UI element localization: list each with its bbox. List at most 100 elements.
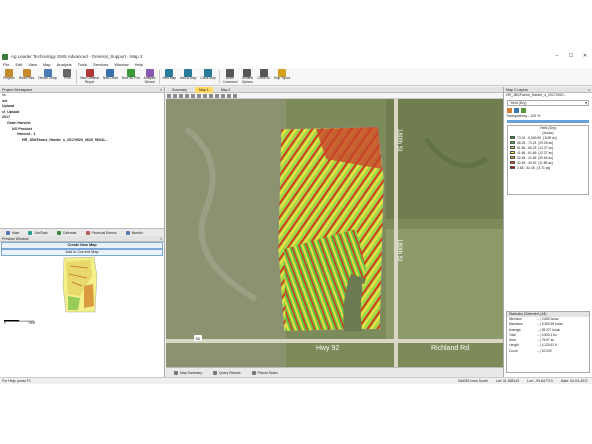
print-map-icon[interactable]: [221, 93, 225, 98]
project-tree: ns ool Upload ct_Upload 2017 Grain Harvest NO …: [0, 93, 164, 228]
menu-edit[interactable]: Edit: [15, 62, 22, 67]
map-tab-summary[interactable]: Summary: [168, 87, 191, 93]
plot3d-button[interactable]: New 3D Plot: [122, 68, 140, 81]
menu-map[interactable]: Map: [43, 62, 51, 67]
toolbar-separator: [158, 70, 160, 84]
measure-icon[interactable]: [197, 93, 201, 98]
toolbar-label: Close All: [257, 76, 270, 80]
road-label-vertical-2: 180th St: [396, 239, 402, 262]
chart-button[interactable]: New Chart: [103, 68, 118, 81]
layer-item[interactable]: HR_JBGFarms_Harder_s_20170920...: [504, 93, 592, 98]
legend-area: [12.37 ac]: [538, 150, 553, 155]
export-icon[interactable]: [227, 93, 231, 98]
scale-end-label: 750ft: [28, 321, 36, 325]
read-files-button[interactable]: Read Files: [19, 68, 34, 81]
close-preview-icon[interactable]: ×: [158, 236, 164, 241]
tab-job-task[interactable]: Job/Task: [28, 230, 48, 235]
bottom-tab-icon: [251, 370, 256, 375]
minimize-button[interactable]: –: [550, 52, 564, 61]
bottom-tab-query-results[interactable]: Query Results: [213, 370, 241, 375]
zoom-extents-icon[interactable]: [191, 93, 195, 98]
layer-tools: [507, 108, 589, 113]
legend-icon[interactable]: [233, 93, 237, 98]
tab-calendar[interactable]: Calendar: [56, 230, 77, 235]
new-map-button[interactable]: New Map: [163, 68, 176, 81]
status-item: Lat: 41.268143: [495, 379, 520, 383]
close-map-button[interactable]: Close Map: [200, 68, 216, 81]
map-tab-map-2[interactable]: Map 2: [217, 87, 235, 93]
print-button[interactable]: Print: [61, 68, 73, 81]
batch-button[interactable]: Batch Command: [223, 68, 237, 84]
create-new-map-button[interactable]: Create New Map: [1, 242, 163, 249]
tab-icon: [85, 230, 90, 235]
add-to-current-map-button[interactable]: Add to Current Map: [1, 249, 163, 256]
tree-node[interactable]: HR_JBGFarms_Harder_s_20170920_0620_56641…: [0, 138, 164, 144]
legend-range: 73.24 - 5,369.59: [517, 135, 542, 140]
toolbar-label: General Options: [241, 76, 254, 84]
bottom-tab-map-summary[interactable]: Map Summary: [174, 370, 203, 375]
preview-window: Preview Window × Create New Map Add to C…: [0, 236, 164, 377]
wizard-button[interactable]: Analysis Wizard: [144, 68, 156, 84]
preview-thumbnail: [62, 256, 98, 313]
legend-range: 66.25 - 73.24: [517, 140, 537, 145]
options-button[interactable]: General Options: [241, 68, 253, 84]
tab-monitor[interactable]: Monitor: [125, 230, 143, 235]
color-ramp-icon[interactable]: [507, 108, 512, 113]
pan-tool-icon[interactable]: [173, 93, 177, 98]
tab-financial-entries[interactable]: Financial Entries: [85, 230, 117, 235]
query-icon[interactable]: [203, 93, 207, 98]
bottom-tab-label: Picture Notes: [257, 370, 278, 375]
scale-start-label: 0: [4, 321, 6, 325]
legend-settings-icon[interactable]: [514, 108, 519, 113]
report-button[interactable]: New General Report: [80, 68, 99, 84]
legend-area: [11.89 ac]: [538, 160, 553, 165]
close-layers-icon[interactable]: ×: [586, 87, 592, 92]
menu-window[interactable]: Window: [114, 62, 128, 67]
zoom-out-icon[interactable]: [185, 93, 189, 98]
menu-file[interactable]: File: [3, 62, 9, 67]
app-logo-icon: [2, 53, 8, 60]
help-button[interactable]: Help Topics: [274, 68, 290, 81]
device-setup-button[interactable]: Device Setup: [38, 68, 57, 81]
menu-tools[interactable]: Tools: [78, 62, 87, 67]
yield-map[interactable]: 180th St 180th St Hwy 92 Richland Rd 92: [166, 99, 503, 367]
map-bottom-tabs: Map Summary Query Results Picture Notes: [166, 367, 503, 377]
tab-main[interactable]: Main: [6, 230, 19, 235]
route-shield-label: 92: [196, 336, 201, 341]
menu-view[interactable]: View: [28, 62, 37, 67]
bottom-tab-picture-notes[interactable]: Picture Notes: [251, 370, 278, 375]
layer-icon[interactable]: [209, 93, 213, 98]
add-map-button[interactable]: Add to Map: [180, 68, 196, 81]
menu-analysis[interactable]: Analysis: [57, 62, 72, 67]
close-button[interactable]: ✕: [578, 52, 592, 61]
menu-services[interactable]: Services: [93, 62, 108, 67]
zoom-in-icon[interactable]: [179, 93, 183, 98]
transparency-slider[interactable]: [507, 120, 589, 123]
attribute-dropdown[interactable]: Yield (Dry): [507, 100, 589, 106]
map-tab-map-1[interactable]: Map 1: [194, 86, 213, 93]
legend-swatch: [510, 165, 515, 170]
legend-area: [ 5.71 ac]: [536, 165, 551, 170]
legend-area: [29.05 ac]: [538, 140, 553, 145]
toolbar-label: Add to Map: [180, 76, 197, 80]
toolbar-label: New Chart: [102, 76, 118, 80]
legend-swatch: [510, 145, 515, 150]
status-item: Lon: -93.647713: [527, 379, 553, 383]
projects-button[interactable]: Projects: [3, 68, 15, 81]
toolbar-label: Analysis Wizard: [143, 76, 156, 84]
bottom-tab-label: Map Summary: [180, 370, 203, 375]
tab-label: Monitor: [131, 230, 143, 235]
select-tool-icon[interactable]: [167, 93, 171, 98]
stat-row: Count -- | 10,039: [507, 349, 589, 354]
refresh-icon[interactable]: [215, 93, 219, 98]
maximize-button[interactable]: ☐: [564, 52, 578, 61]
tab-icon: [125, 230, 130, 235]
toolbar-label: Projects: [3, 76, 15, 80]
label-icon[interactable]: [521, 108, 526, 113]
close-pane-icon[interactable]: ×: [158, 87, 164, 92]
menu-bar: File Edit View Map Analysis Tools Services Wind…: [0, 61, 592, 68]
menu-help[interactable]: Help: [135, 62, 143, 67]
close-all-button[interactable]: Close All: [257, 68, 270, 81]
preview-title: Preview Window: [2, 237, 29, 241]
legend-area: [20.65 ac]: [538, 155, 553, 160]
